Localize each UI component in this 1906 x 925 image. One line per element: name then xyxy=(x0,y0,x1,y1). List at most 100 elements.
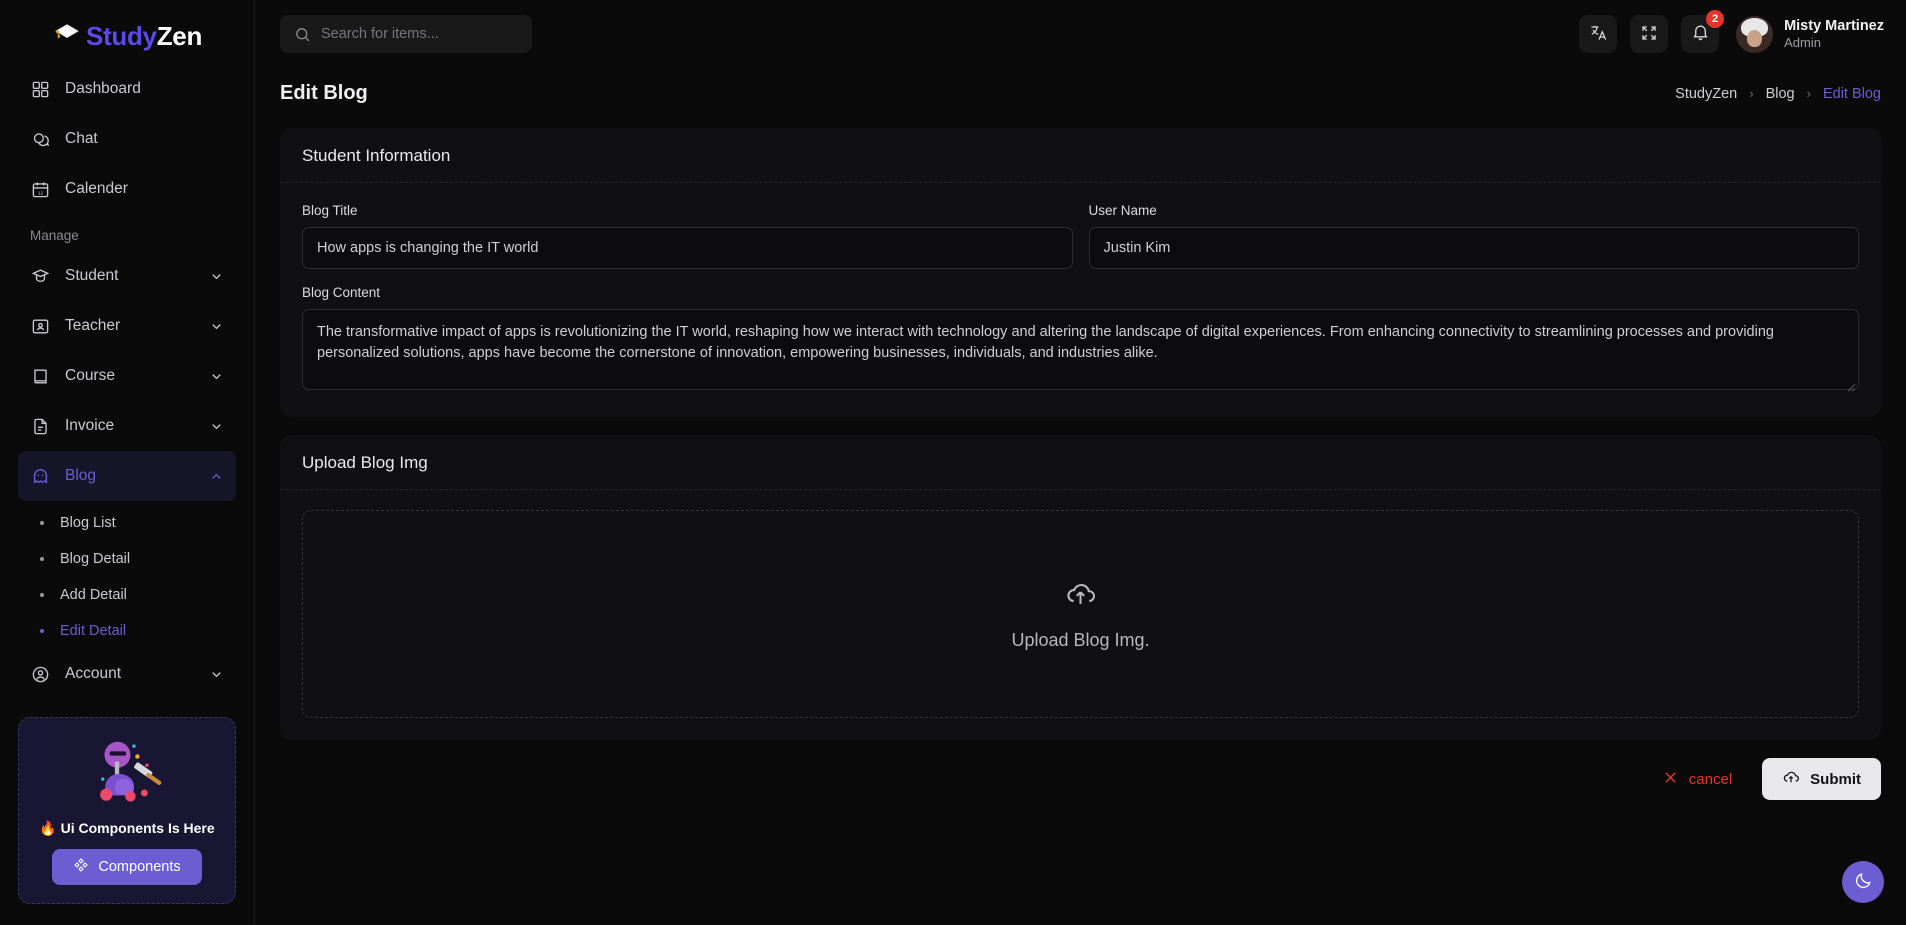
sidebar-subitem-label: Blog Detail xyxy=(60,551,131,567)
sidebar-item-account[interactable]: Account xyxy=(18,649,236,699)
sidebar-blog-submenu: Blog List Blog Detail Add Detail Edit De… xyxy=(0,505,254,649)
sidebar: StudyZen Dashboard Chat 12 Calender Mana… xyxy=(0,0,255,925)
sidebar-item-student[interactable]: Student xyxy=(18,251,236,301)
components-icon xyxy=(73,857,89,877)
sidebar-section-manage: Manage xyxy=(30,228,79,243)
search-icon xyxy=(294,26,311,43)
user-role: Admin xyxy=(1784,34,1821,50)
chevron-down-icon xyxy=(208,368,224,384)
sidebar-subitem-label: Blog List xyxy=(60,515,116,531)
brand-logo[interactable]: StudyZen xyxy=(0,0,254,72)
sidebar-nav-primary: Dashboard Chat 12 Calender xyxy=(0,64,254,214)
chevron-down-icon xyxy=(208,318,224,334)
components-button-label: Components xyxy=(98,859,181,875)
sidebar-item-course[interactable]: Course xyxy=(18,351,236,401)
sidebar-item-invoice[interactable]: Invoice xyxy=(18,401,236,451)
user-name-input[interactable] xyxy=(1088,227,1859,269)
user-info: Misty Martinez Admin xyxy=(1784,17,1884,51)
bullet-icon xyxy=(40,593,44,597)
student-information-body: Blog Title User Name Blog Content The tr… xyxy=(280,183,1881,417)
sidebar-item-label: Invoice xyxy=(65,417,115,434)
user-name-field: User Name xyxy=(1088,203,1859,269)
submit-button[interactable]: Submit xyxy=(1762,758,1881,800)
chevron-up-icon xyxy=(208,468,224,484)
mining-illustration xyxy=(31,734,223,812)
document-icon xyxy=(30,416,51,437)
breadcrumb-item-blog[interactable]: Blog xyxy=(1766,86,1795,102)
chevron-down-icon xyxy=(208,268,224,284)
blog-title-field: Blog Title xyxy=(302,203,1073,269)
sidebar-item-blog[interactable]: Blog xyxy=(18,451,236,501)
calendar-icon: 12 xyxy=(30,179,51,200)
chat-icon xyxy=(30,129,51,150)
fullscreen-button[interactable] xyxy=(1630,15,1669,53)
chevron-down-icon xyxy=(208,666,224,682)
blog-content-wrapper: The transformative impact of apps is rev… xyxy=(302,309,1859,395)
dashboard-icon xyxy=(30,79,51,100)
close-x-icon xyxy=(1662,769,1679,790)
page-title: Edit Blog xyxy=(280,82,368,104)
student-cap-icon xyxy=(30,266,51,287)
sidebar-item-label: Chat xyxy=(65,130,98,147)
search-box[interactable] xyxy=(280,15,532,53)
sidebar-item-label: Dashboard xyxy=(65,80,141,97)
sidebar-subitem-blog-detail[interactable]: Blog Detail xyxy=(18,541,236,577)
brand-zen: Zen xyxy=(156,20,203,51)
sidebar-item-teacher[interactable]: Teacher xyxy=(18,301,236,351)
sidebar-item-label: Blog xyxy=(65,467,97,484)
svg-text:12: 12 xyxy=(38,190,44,196)
avatar xyxy=(1736,15,1774,53)
upload-blog-img-title: Upload Blog Img xyxy=(280,435,1881,490)
components-button[interactable]: Components xyxy=(52,849,202,885)
sidebar-item-calender[interactable]: 12 Calender xyxy=(18,164,236,214)
dropzone-label: Upload Blog Img. xyxy=(1011,630,1150,650)
theme-toggle-button[interactable] xyxy=(1842,861,1884,903)
translate-button[interactable] xyxy=(1579,15,1618,53)
student-information-card: Student Information Blog Title User Name xyxy=(280,128,1881,417)
breadcrumb-item-studyzen[interactable]: StudyZen xyxy=(1675,86,1737,102)
promo-title: 🔥 Ui Components Is Here xyxy=(39,820,215,836)
brand-text: StudyZen xyxy=(86,21,202,52)
sidebar-nav-account: Account xyxy=(0,649,254,699)
user-name-label: User Name xyxy=(1088,203,1157,218)
notifications-button[interactable]: 2 xyxy=(1681,10,1725,53)
topbar: 2 Misty Martinez Admin xyxy=(255,0,1906,68)
teacher-icon xyxy=(30,316,51,337)
translate-icon xyxy=(1589,23,1608,45)
blog-title-input[interactable] xyxy=(302,227,1073,269)
cloud-upload-icon xyxy=(1782,768,1800,790)
cloud-upload-icon xyxy=(1064,577,1097,615)
sidebar-nav-manage: Student Teacher Course Invoice Blog xyxy=(0,251,254,501)
user-name: Misty Martinez xyxy=(1784,17,1884,34)
blog-title-label: Blog Title xyxy=(302,203,358,218)
sidebar-item-label: Calender xyxy=(65,180,128,197)
page-header: Edit Blog StudyZen › Blog › Edit Blog xyxy=(255,68,1906,114)
chevron-down-icon xyxy=(208,418,224,434)
user-circle-icon xyxy=(30,664,51,685)
submit-button-label: Submit xyxy=(1810,770,1861,788)
sidebar-item-dashboard[interactable]: Dashboard xyxy=(18,64,236,114)
bullet-icon xyxy=(40,629,44,633)
sidebar-subitem-add-detail[interactable]: Add Detail xyxy=(18,577,236,613)
blog-content-textarea[interactable]: The transformative impact of apps is rev… xyxy=(302,309,1859,390)
book-icon xyxy=(30,366,51,387)
sidebar-subitem-blog-list[interactable]: Blog List xyxy=(18,505,236,541)
sidebar-subitem-edit-detail[interactable]: Edit Detail xyxy=(18,613,236,649)
blog-content-field: Blog Content The transformative impact o… xyxy=(302,285,1859,395)
fullscreen-icon xyxy=(1640,24,1658,45)
breadcrumb: StudyZen › Blog › Edit Blog xyxy=(1675,86,1881,102)
user-menu[interactable]: Misty Martinez Admin xyxy=(1736,15,1884,53)
sidebar-subitem-label: Add Detail xyxy=(60,587,127,603)
bullet-icon xyxy=(40,557,44,561)
page-content: Student Information Blog Title User Name xyxy=(255,114,1906,800)
search-input[interactable] xyxy=(321,26,518,42)
notification-badge: 2 xyxy=(1706,10,1725,28)
promo-card: 🔥 Ui Components Is Here Components xyxy=(18,717,236,904)
cancel-button[interactable]: cancel xyxy=(1648,759,1746,800)
breadcrumb-separator: › xyxy=(1749,86,1754,101)
main-area: 2 Misty Martinez Admin Edit Blog StudyZe… xyxy=(255,0,1906,925)
sidebar-item-chat[interactable]: Chat xyxy=(18,114,236,164)
sidebar-item-label: Course xyxy=(65,367,115,384)
form-row-1: Blog Title User Name xyxy=(302,203,1859,285)
image-dropzone[interactable]: Upload Blog Img. xyxy=(302,510,1859,718)
